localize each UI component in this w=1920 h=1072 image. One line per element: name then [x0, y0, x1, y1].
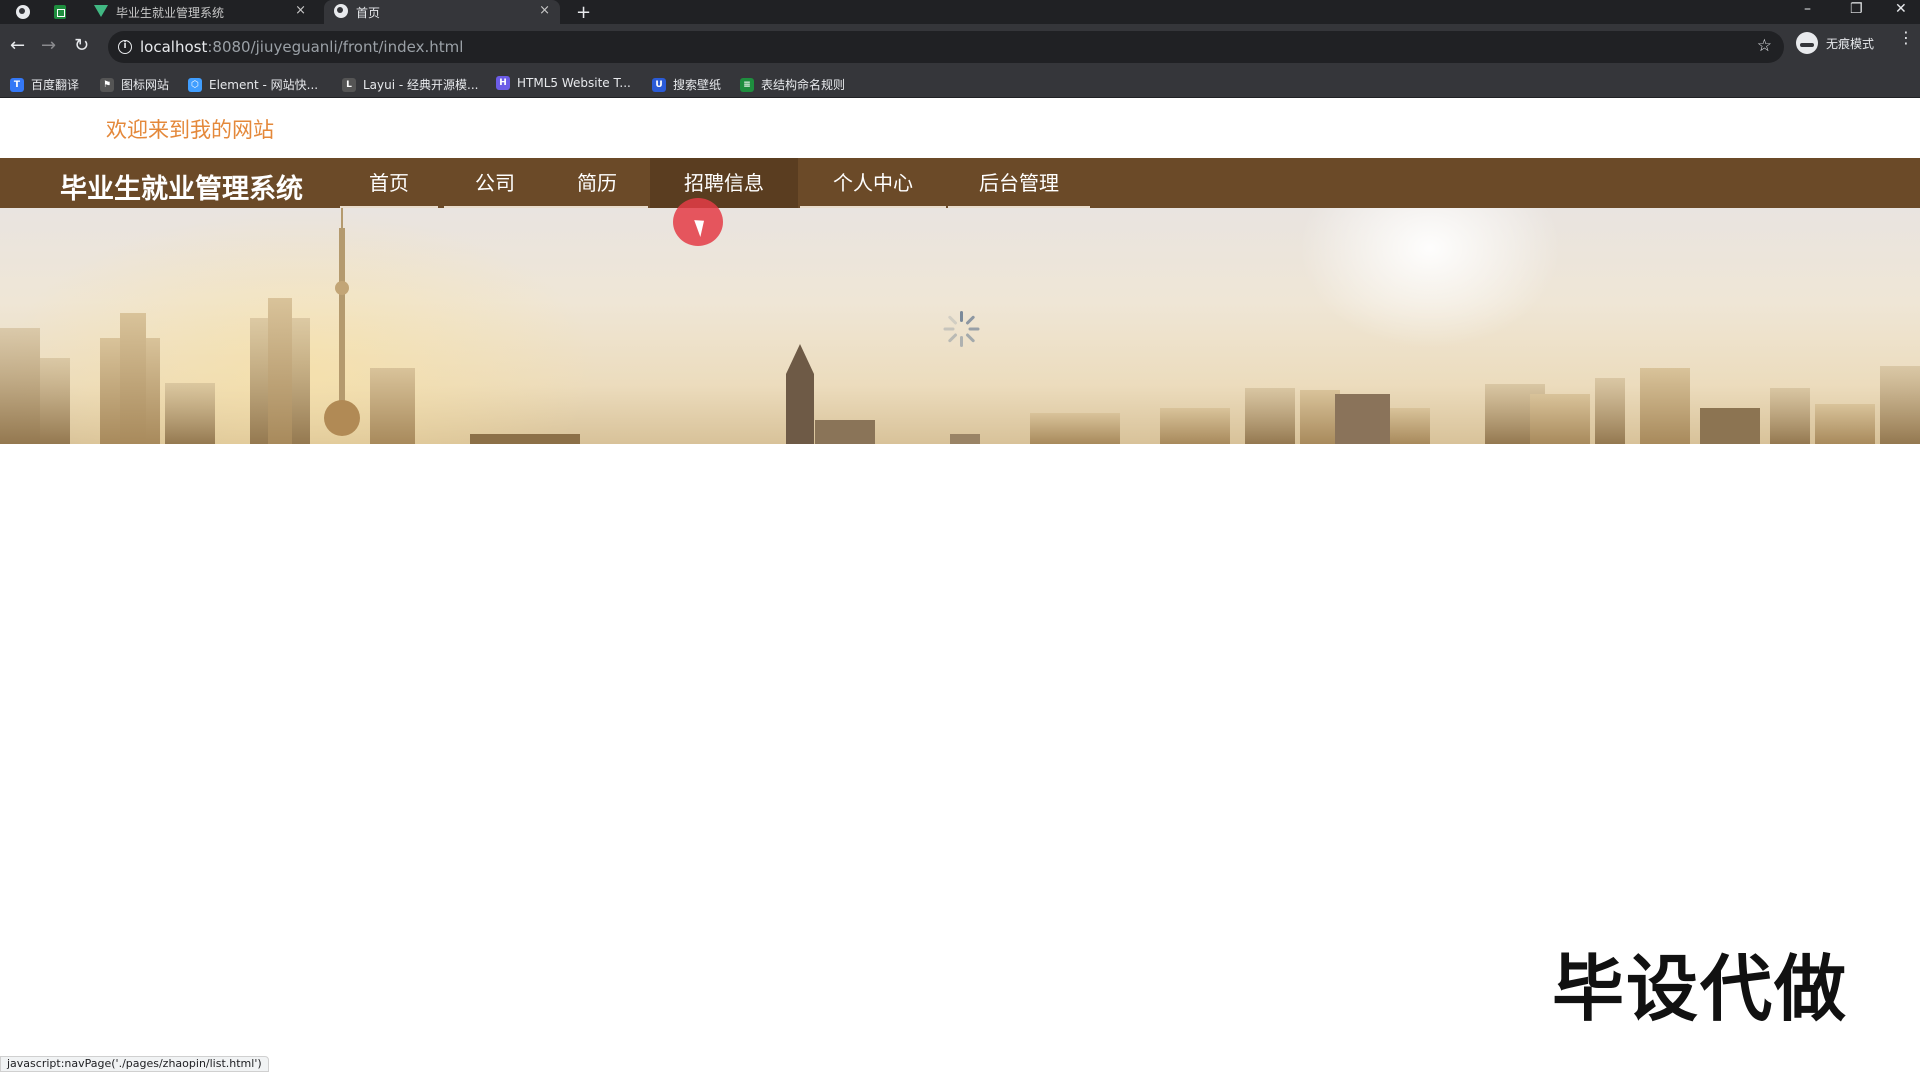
bookmark-item[interactable]: U 搜索壁纸 [652, 76, 721, 93]
bookmark-star-icon[interactable]: ☆ [1757, 36, 1772, 56]
forward-button[interactable]: → [41, 35, 56, 57]
vue-icon [94, 4, 108, 20]
tab-title: 毕业生就业管理系统 [116, 5, 225, 20]
nav-item-jobs[interactable]: 招聘信息 [650, 158, 798, 208]
new-tab-button[interactable]: + [576, 2, 591, 23]
tab-close-icon[interactable]: × [539, 3, 550, 18]
bookmark-label: HTML5 Website T... [517, 76, 631, 90]
browser-menu-icon[interactable]: ⋮ [1898, 30, 1914, 46]
url-path: :8080/jiuyeguanli/front/index.html [207, 38, 464, 56]
bookmark-label: Layui - 经典开源模... [363, 78, 479, 92]
bookmark-item[interactable]: ⚑ 图标网站 [100, 76, 169, 93]
bookmark-item[interactable]: ⬡ Element - 网站快... [188, 76, 318, 93]
bookmark-label: 搜索壁纸 [673, 78, 722, 92]
bookmark-label: 表结构命名规则 [761, 78, 846, 92]
bookmark-item[interactable]: T 百度翻译 [10, 76, 79, 93]
nav-item-profile[interactable]: 个人中心 [800, 158, 946, 208]
nav-item-admin[interactable]: 后台管理 [948, 158, 1090, 208]
minimize-button[interactable]: – [1804, 1, 1811, 17]
nav-item-resume[interactable]: 简历 [546, 158, 648, 208]
browser-toolbar: ← → ↻ i localhost:8080/jiuyeguanli/front… [0, 24, 1920, 70]
tab-close-icon[interactable]: × [295, 3, 306, 18]
bookmark-item[interactable]: L Layui - 经典开源模... [342, 76, 478, 93]
bookmark-item[interactable]: ≡ 表结构命名规则 [740, 76, 845, 93]
wallpaper-search-icon: U [652, 77, 666, 92]
restore-button[interactable]: ❐ [1850, 1, 1863, 17]
browser-home-icon[interactable] [16, 0, 30, 24]
incognito-label: 无痕模式 [1826, 36, 1875, 51]
welcome-text: 欢迎来到我的网站 [106, 118, 274, 142]
element-icon: ⬡ [188, 77, 202, 92]
sheet-icon: ≡ [740, 77, 754, 92]
flag-icon: ⚑ [100, 77, 114, 92]
browser-tab-admin[interactable]: 毕业生就业管理系统 × [86, 0, 316, 24]
bookmark-label: Element - 网站快... [209, 78, 319, 92]
watermark-text: 毕设代做 [1552, 947, 1849, 1031]
bookmark-item[interactable]: H HTML5 Website T... [496, 76, 631, 90]
bookmark-label: 图标网站 [121, 78, 170, 92]
tab-title: 首页 [356, 5, 381, 20]
close-window-button[interactable]: ✕ [1895, 1, 1907, 17]
bookmark-label: 百度翻译 [31, 78, 80, 92]
bookmarks-bar: T 百度翻译 ⚑ 图标网站 ⬡ Element - 网站快... L Layui… [0, 70, 1920, 98]
pinned-sheet-icon[interactable] [54, 0, 66, 24]
site-info-icon[interactable]: i [118, 40, 132, 54]
loading-spinner-icon [943, 311, 980, 347]
reload-button[interactable]: ↻ [74, 35, 89, 57]
nav-item-company[interactable]: 公司 [444, 158, 546, 208]
globe-icon [334, 3, 348, 21]
nav-item-home[interactable]: 首页 [340, 158, 438, 208]
browser-tab-home[interactable]: 首页 × [324, 0, 560, 24]
baidu-translate-icon: T [10, 77, 24, 92]
html5-template-icon: H [496, 76, 510, 90]
layui-icon: L [342, 77, 356, 92]
incognito-indicator[interactable]: 无痕模式 [1796, 32, 1874, 54]
link-status-bar: javascript:navPage('./pages/zhaopin/list… [0, 1056, 269, 1072]
main-navbar: 毕业生就业管理系统 首页 公司 简历 招聘信息 个人中心 后台管理 [0, 158, 1920, 208]
url-text[interactable]: localhost:8080/jiuyeguanli/front/index.h… [140, 38, 463, 56]
address-bar[interactable]: i localhost:8080/jiuyeguanli/front/index… [108, 31, 1784, 63]
browser-tab-strip: 毕业生就业管理系统 × 首页 × + – ❐ ✕ [0, 0, 1920, 24]
site-title[interactable]: 毕业生就业管理系统 [60, 167, 303, 206]
url-host: localhost [140, 38, 208, 56]
incognito-icon [1796, 32, 1818, 54]
back-button[interactable]: ← [10, 35, 25, 57]
